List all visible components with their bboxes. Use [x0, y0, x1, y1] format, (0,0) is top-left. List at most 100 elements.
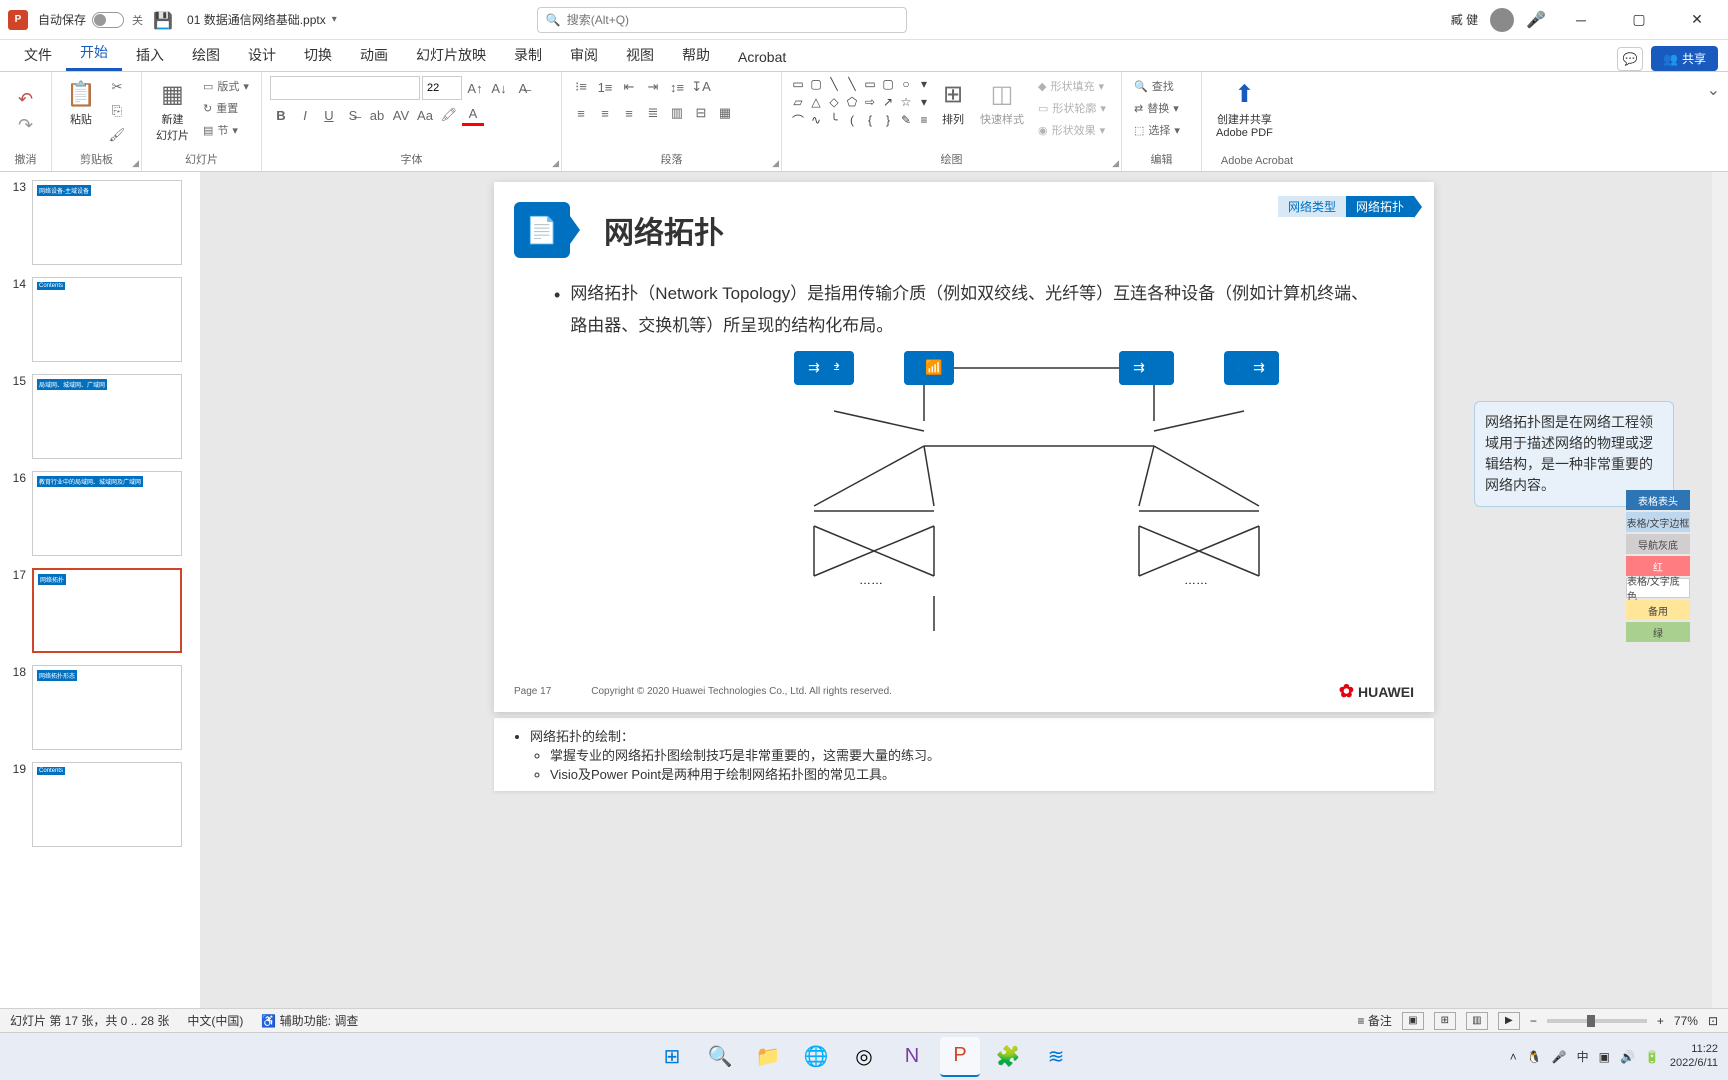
tab-draw[interactable]: 绘图	[178, 39, 234, 71]
format-painter-button[interactable]: 🖌	[106, 124, 128, 146]
new-slide-button[interactable]: ▦ 新建 幻灯片	[150, 76, 195, 147]
quick-styles-button[interactable]: ◫ 快速样式	[974, 76, 1030, 131]
avatar[interactable]	[1490, 8, 1514, 32]
swatch[interactable]: 表格/文字边框	[1626, 512, 1690, 532]
reset-button[interactable]: ↻ 重置	[199, 98, 253, 118]
undo-button[interactable]: ↶	[15, 89, 37, 111]
tab-acrobat[interactable]: Acrobat	[724, 43, 800, 71]
search-input[interactable]	[567, 13, 898, 27]
tray-app-icon[interactable]: 🐧	[1527, 1050, 1542, 1064]
mic-icon[interactable]: 🎤	[1526, 10, 1546, 30]
system-clock[interactable]: 11:22 2022/6/11	[1670, 1043, 1718, 1069]
zoom-out-button[interactable]: −	[1530, 1014, 1537, 1028]
change-case-button[interactable]: Aa	[414, 104, 436, 126]
drawing-launcher-icon[interactable]: ◢	[1112, 158, 1119, 169]
tab-home[interactable]: 开始	[66, 36, 122, 71]
save-icon[interactable]: 💾	[153, 11, 171, 29]
slide-editor[interactable]: 网络类型 网络拓扑 📄 网络拓扑 •网络拓扑（Network Topology）…	[200, 172, 1728, 1008]
app-icon-2[interactable]: 🧩	[988, 1037, 1028, 1077]
slide-counter[interactable]: 幻灯片 第 17 张，共 0 .. 28 张	[10, 1012, 169, 1029]
copy-button[interactable]: ⎘	[106, 100, 128, 122]
zoom-level[interactable]: 77%	[1674, 1014, 1698, 1028]
font-color-button[interactable]: A	[462, 104, 484, 126]
comments-button[interactable]: 💬	[1617, 47, 1643, 71]
search-box[interactable]: 🔍	[537, 7, 907, 33]
vertical-scrollbar[interactable]	[1712, 172, 1728, 1008]
ime-icon[interactable]: 中	[1577, 1048, 1589, 1065]
smartart-button[interactable]: ▦	[714, 102, 736, 124]
autosave-toggle[interactable]	[92, 12, 124, 28]
notes-pane[interactable]: 网络拓扑的绘制： 掌握专业的网络拓扑图绘制技巧是非常重要的，这需要大量的练习。 …	[494, 718, 1434, 791]
create-pdf-button[interactable]: ⬆ 创建并共享 Adobe PDF	[1210, 76, 1279, 143]
share-button[interactable]: 👥 共享	[1651, 46, 1718, 71]
sorter-view-button[interactable]: ⊞	[1434, 1012, 1456, 1030]
tray-mic-icon[interactable]: 🎤	[1552, 1050, 1567, 1064]
font-launcher-icon[interactable]: ◢	[552, 158, 559, 169]
decrease-font-button[interactable]: A↓	[488, 77, 510, 99]
strike-button[interactable]: S̶	[342, 104, 364, 126]
tab-transitions[interactable]: 切换	[290, 39, 346, 71]
powerpoint-taskbar-icon[interactable]: P	[940, 1037, 980, 1077]
indent-increase-button[interactable]: ⇥	[642, 76, 664, 98]
explorer-icon[interactable]: 📁	[748, 1037, 788, 1077]
tab-design[interactable]: 设计	[234, 39, 290, 71]
ribbon-collapse-icon[interactable]: ⌄	[1707, 82, 1720, 99]
tab-file[interactable]: 文件	[10, 39, 66, 71]
tab-help[interactable]: 帮助	[668, 39, 724, 71]
tab-view[interactable]: 视图	[612, 39, 668, 71]
bold-button[interactable]: B	[270, 104, 292, 126]
thumbnail-19[interactable]: Contents	[32, 762, 182, 847]
thumbnail-17[interactable]: 网络拓扑	[32, 568, 182, 653]
swatch[interactable]: 备用	[1626, 600, 1690, 620]
battery-icon[interactable]: 🔋	[1645, 1050, 1660, 1064]
reading-view-button[interactable]: ▥	[1466, 1012, 1488, 1030]
shape-fill-button[interactable]: ◆ 形状填充 ▾	[1034, 76, 1110, 96]
maximize-button[interactable]: ▢	[1616, 4, 1662, 36]
app-icon-3[interactable]: ≋	[1036, 1037, 1076, 1077]
paragraph-launcher-icon[interactable]: ◢	[772, 158, 779, 169]
increase-font-button[interactable]: A↑	[464, 77, 486, 99]
shadow-button[interactable]: ab	[366, 104, 388, 126]
swatch[interactable]: 表格表头	[1626, 490, 1690, 510]
shapes-gallery[interactable]: ▭▢╲╲▭▢○▾ ▱△◇⬠⇨↗☆▾ ⌒∿╰({}✎≡	[790, 76, 932, 128]
zoom-slider[interactable]	[1547, 1019, 1647, 1023]
replace-button[interactable]: ⇄ 替换 ▾	[1130, 98, 1184, 118]
shape-outline-button[interactable]: ▭ 形状轮廓 ▾	[1034, 98, 1110, 118]
thumbnail-14[interactable]: Contents	[32, 277, 182, 362]
clipboard-launcher-icon[interactable]: ◢	[132, 158, 139, 169]
section-button[interactable]: ▤ 节 ▾	[199, 120, 253, 140]
char-spacing-button[interactable]: AV	[390, 104, 412, 126]
clear-format-button[interactable]: A̶	[512, 77, 534, 99]
thumbnail-15[interactable]: 局域网、城域网、广域网	[32, 374, 182, 459]
fit-window-button[interactable]: ⊡	[1708, 1014, 1718, 1028]
cut-button[interactable]: ✂	[106, 76, 128, 98]
justify-button[interactable]: ≣	[642, 102, 664, 124]
tray-chevron-icon[interactable]: ˄	[1510, 1050, 1517, 1064]
title-chevron-icon[interactable]: ▾	[332, 14, 337, 25]
select-button[interactable]: ⬚ 选择 ▾	[1130, 120, 1184, 140]
align-text-button[interactable]: ⊟	[690, 102, 712, 124]
notes-toggle[interactable]: ≡ 备注	[1358, 1012, 1392, 1029]
swatch[interactable]: 导航灰底	[1626, 534, 1690, 554]
tab-record[interactable]: 录制	[500, 39, 556, 71]
minimize-button[interactable]: ─	[1558, 4, 1604, 36]
tab-insert[interactable]: 插入	[122, 39, 178, 71]
bullets-button[interactable]: ⁝≡	[570, 76, 592, 98]
tab-animations[interactable]: 动画	[346, 39, 402, 71]
paste-button[interactable]: 📋 粘贴	[60, 76, 102, 131]
numbering-button[interactable]: 1≡	[594, 76, 616, 98]
indent-decrease-button[interactable]: ⇤	[618, 76, 640, 98]
italic-button[interactable]: I	[294, 104, 316, 126]
volume-icon[interactable]: 🔊	[1620, 1050, 1635, 1064]
slideshow-view-button[interactable]: ▶	[1498, 1012, 1520, 1030]
font-size-select[interactable]: 22	[422, 76, 462, 100]
accessibility-status[interactable]: ♿ 辅助功能: 调查	[261, 1012, 358, 1029]
thumbnail-18[interactable]: 网络拓扑形态	[32, 665, 182, 750]
normal-view-button[interactable]: ▣	[1402, 1012, 1424, 1030]
swatch[interactable]: 绿	[1626, 622, 1690, 642]
layout-button[interactable]: ▭ 版式 ▾	[199, 76, 253, 96]
slide-thumbnails-panel[interactable]: 13网络设备-主域设备 14Contents 15局域网、城域网、广域网 16教…	[0, 172, 200, 1008]
align-center-button[interactable]: ≡	[594, 102, 616, 124]
taskbar-search-icon[interactable]: 🔍	[700, 1037, 740, 1077]
onenote-icon[interactable]: N	[892, 1037, 932, 1077]
